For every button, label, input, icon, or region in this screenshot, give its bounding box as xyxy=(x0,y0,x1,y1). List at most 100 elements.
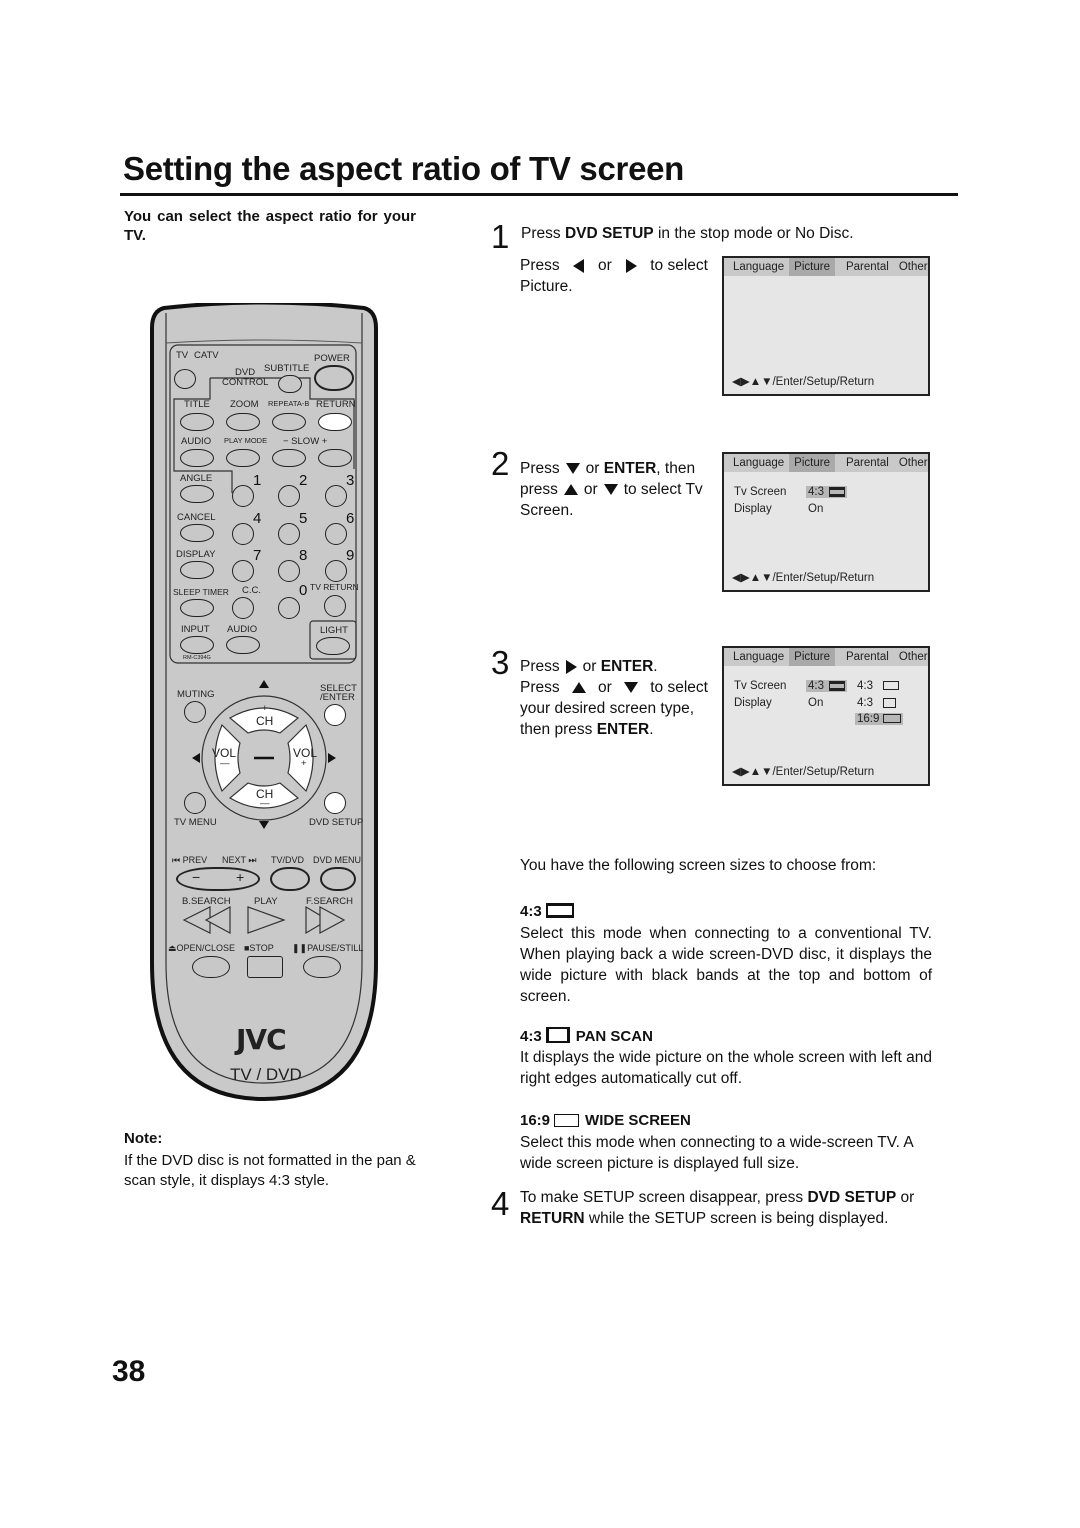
input-button[interactable] xyxy=(180,636,214,654)
osd-screen-1: Language Picture Parental Other ◀▶▲▼/Ent… xyxy=(722,256,930,396)
tv-return-button[interactable] xyxy=(324,595,346,617)
step-1-line2: Press or to select Picture. xyxy=(520,255,708,297)
step-2-or-2: or xyxy=(583,481,598,498)
subtitle-button[interactable] xyxy=(278,375,302,393)
ch-up-button[interactable]: CH xyxy=(256,714,273,728)
osd-tab-parental: Parental xyxy=(845,651,889,663)
osd-footer: ◀▶▲▼/Enter/Setup/Return xyxy=(732,766,875,778)
display-button[interactable] xyxy=(180,561,214,579)
mode-letterbox-desc: Select this mode when connecting to a co… xyxy=(520,925,932,1005)
down-arrow-icon xyxy=(603,484,618,496)
letterbox-icon xyxy=(829,486,845,497)
mode-wide-screen-desc: Select this mode when connecting to a wi… xyxy=(520,1134,913,1172)
up-arrow-icon xyxy=(571,682,586,693)
cc-button[interactable] xyxy=(232,597,254,619)
audio-button[interactable] xyxy=(180,449,214,467)
step-3-press-2: Press xyxy=(520,679,560,696)
dvd-setup-button[interactable] xyxy=(324,792,346,814)
label-audio-2: AUDIO xyxy=(227,624,258,635)
label-slow: − SLOW + xyxy=(283,436,328,447)
label-angle: ANGLE xyxy=(180,473,213,484)
slow-minus-button[interactable] xyxy=(272,449,306,467)
osd-option-text: 16:9 xyxy=(857,713,880,725)
digit-8-button[interactable] xyxy=(278,560,300,582)
digit-3-button[interactable] xyxy=(325,485,347,507)
open-close-button[interactable] xyxy=(192,956,230,978)
step-1-or: or xyxy=(598,257,612,274)
sleep-timer-button[interactable] xyxy=(180,599,214,617)
cancel-button[interactable] xyxy=(180,524,214,542)
digit-9-button[interactable] xyxy=(325,560,347,582)
osd-tv-screen-label: Tv Screen xyxy=(734,680,787,692)
osd-tabs: Language Picture Parental Other xyxy=(724,258,928,276)
audio-2-button[interactable] xyxy=(226,636,260,654)
mode-pan-scan-heading: 4:3 PAN SCAN xyxy=(520,1027,653,1045)
letterbox-icon xyxy=(829,680,845,691)
b-search-button[interactable] xyxy=(184,907,232,933)
osd-tab-language: Language xyxy=(733,651,785,663)
label-sleep-timer: SLEEP TIMER xyxy=(173,587,229,597)
osd-option-pan-scan[interactable]: 4:3 xyxy=(857,697,896,709)
tv-catv-switch[interactable] xyxy=(174,369,196,389)
step-3-then-press: then press xyxy=(520,721,593,738)
mode-name: WIDE SCREEN xyxy=(585,1112,691,1129)
light-button[interactable] xyxy=(316,637,350,655)
digit-0-label: 0 xyxy=(299,582,308,599)
step-2-enter-key: ENTER xyxy=(603,460,657,477)
stop-button[interactable] xyxy=(247,956,283,978)
label-prev: ⏮ PREV xyxy=(172,855,208,865)
digit-0-button[interactable] xyxy=(278,597,300,619)
osd-tabs: Language Picture Parental Other xyxy=(724,454,928,472)
play-button[interactable] xyxy=(248,907,286,933)
step-1-press: Press xyxy=(520,257,560,274)
digit-4-button[interactable] xyxy=(232,523,254,545)
step-4-or: or xyxy=(896,1189,915,1206)
step-3-press: Press xyxy=(520,658,560,675)
step-2-press-2: press xyxy=(520,481,558,498)
select-enter-button[interactable] xyxy=(324,704,346,726)
tv-menu-button[interactable] xyxy=(184,792,206,814)
step-4-dvd-setup-key: DVD SETUP xyxy=(807,1189,897,1206)
pause-still-button[interactable] xyxy=(303,956,341,978)
osd-tv-screen-label: Tv Screen xyxy=(734,486,787,498)
label-light: LIGHT xyxy=(320,625,348,636)
osd-option-text: 4:3 xyxy=(857,680,873,692)
osd-option-wide-screen[interactable]: 16:9 xyxy=(855,713,904,725)
step-1-text: Press xyxy=(521,225,565,242)
osd-option-letterbox[interactable]: 4:3 xyxy=(857,680,899,692)
note-heading: Note: xyxy=(124,1130,163,1147)
return-button[interactable] xyxy=(318,413,352,431)
prev-button[interactable]: − xyxy=(192,869,200,885)
digit-6-button[interactable] xyxy=(325,523,347,545)
label-subtitle: SUBTITLE xyxy=(264,363,310,374)
page-title: Setting the aspect ratio of TV screen xyxy=(123,150,685,187)
muting-button[interactable] xyxy=(184,701,206,723)
title-button[interactable] xyxy=(180,413,214,431)
osd-tab-parental: Parental xyxy=(845,457,889,469)
step-2-press: Press xyxy=(520,460,560,477)
slow-plus-button[interactable] xyxy=(318,449,352,467)
step-4-return-key: RETURN xyxy=(520,1210,585,1227)
digit-3-label: 3 xyxy=(346,472,355,489)
step-2-screen: Screen. xyxy=(520,502,574,519)
angle-button[interactable] xyxy=(180,485,214,503)
digit-2-button[interactable] xyxy=(278,485,300,507)
step-3-or: or xyxy=(582,658,597,675)
step-4-number: 4 xyxy=(491,1185,510,1222)
dvd-menu-button[interactable] xyxy=(320,867,356,891)
step-4-text-2: while the SETUP screen is being displaye… xyxy=(584,1210,889,1227)
digit-7-button[interactable] xyxy=(232,560,254,582)
next-button[interactable]: + xyxy=(236,869,244,885)
repeat-button[interactable] xyxy=(272,413,306,431)
step-3-text: Press or ENTER. Press or to select your des… xyxy=(520,656,708,740)
zoom-button[interactable] xyxy=(226,413,260,431)
title-rule xyxy=(120,193,958,196)
digit-5-button[interactable] xyxy=(278,523,300,545)
digit-6-label: 6 xyxy=(346,510,355,527)
f-search-button[interactable] xyxy=(306,907,346,933)
digit-1-button[interactable] xyxy=(232,485,254,507)
play-mode-button[interactable] xyxy=(226,449,260,467)
power-button[interactable] xyxy=(314,365,354,391)
digit-8-label: 8 xyxy=(299,547,308,564)
tv-dvd-button[interactable] xyxy=(270,867,310,891)
